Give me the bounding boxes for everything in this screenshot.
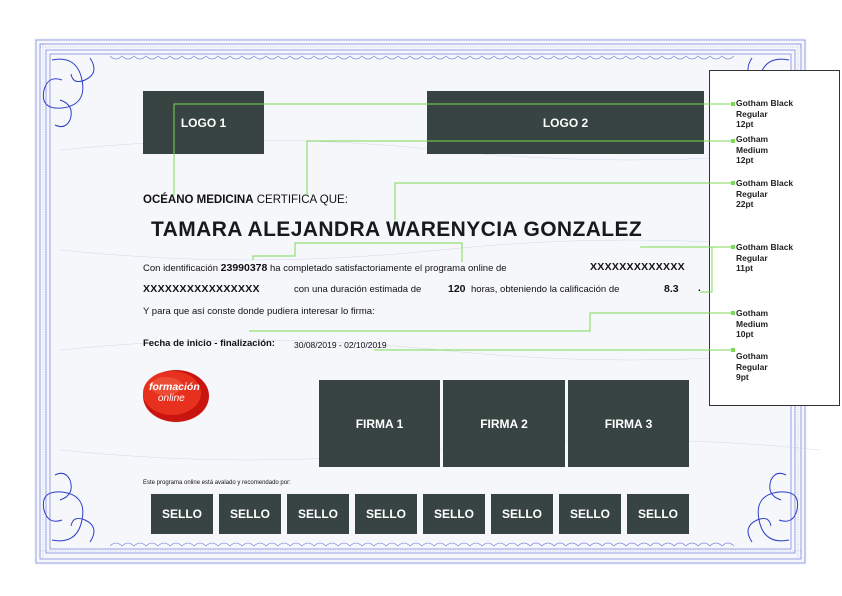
date-value: 30/08/2019 - 02/10/2019 bbox=[294, 340, 387, 350]
font-spec-3: Gotham Black Regular 22pt bbox=[736, 178, 794, 209]
seal-2: SELLO bbox=[219, 494, 281, 534]
date-label: Fecha de inicio - finalización: bbox=[143, 338, 275, 349]
recipient-name: TAMARA ALEJANDRA WARENYCIA GONZALEZ bbox=[151, 218, 643, 241]
logo-2-placeholder: LOGO 2 bbox=[427, 91, 704, 154]
certifies-text: CERTIFICA QUE: bbox=[253, 194, 348, 206]
font-spec-6: Gotham Regular 9pt bbox=[736, 351, 769, 382]
seal-8: SELLO bbox=[627, 494, 689, 534]
seal-4: SELLO bbox=[355, 494, 417, 534]
signature-intro: Y para que así conste donde pudiera inte… bbox=[143, 306, 375, 317]
signature-3: FIRMA 3 bbox=[568, 380, 689, 467]
institution-name: OCÉANO MEDICINA bbox=[143, 194, 254, 206]
grade-period: . bbox=[698, 283, 701, 294]
seal-3: SELLO bbox=[287, 494, 349, 534]
signature-1: FIRMA 1 bbox=[319, 380, 440, 467]
font-spec-panel: Gotham Black Regular 12pt Gotham Medium … bbox=[709, 70, 840, 406]
font-spec-1: Gotham Black Regular 12pt bbox=[736, 98, 794, 129]
id-number: 23990378 bbox=[220, 262, 268, 274]
program-text: ha completado satisfactoriamente el prog… bbox=[267, 263, 507, 274]
seal-5: SELLO bbox=[423, 494, 485, 534]
duration-text: con una duración estimada de bbox=[294, 284, 422, 295]
signature-2: FIRMA 2 bbox=[443, 380, 565, 467]
seal-1: SELLO bbox=[151, 494, 213, 534]
font-spec-4: Gotham Black Regular 11pt bbox=[736, 242, 794, 273]
certifies-line: OCÉANO MEDICINA CERTIFICA QUE: bbox=[143, 194, 348, 206]
endorsement-text: Este programa online está avalado y reco… bbox=[143, 480, 291, 486]
id-prefix: Con identificación bbox=[143, 263, 221, 274]
grade-value: 8.3 bbox=[664, 283, 679, 295]
font-spec-5: Gotham Medium 10pt bbox=[736, 308, 769, 339]
grade-text: horas, obteniendo la calificación de bbox=[471, 284, 620, 295]
seal-7: SELLO bbox=[559, 494, 621, 534]
program-placeholder-1: XXXXXXXXXXXXX bbox=[590, 261, 685, 273]
body-line-1: Con identificación 23990378 ha completad… bbox=[143, 262, 507, 274]
logo-1-placeholder: LOGO 1 bbox=[143, 91, 264, 154]
brand-line-2: online bbox=[158, 393, 185, 404]
brand-line-1: formación bbox=[149, 381, 200, 393]
program-placeholder-2: XXXXXXXXXXXXXXXX bbox=[143, 283, 260, 295]
seal-6: SELLO bbox=[491, 494, 553, 534]
hours-value: 120 bbox=[448, 283, 466, 295]
font-spec-2: Gotham Medium 12pt bbox=[736, 134, 769, 165]
